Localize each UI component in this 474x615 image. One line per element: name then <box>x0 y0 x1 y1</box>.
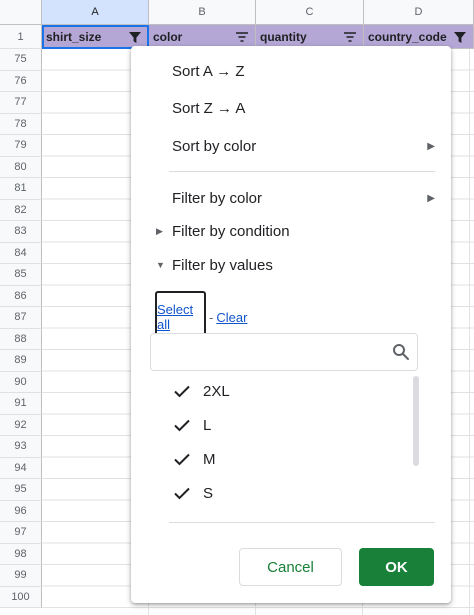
row-number[interactable]: 80 <box>0 156 42 178</box>
checkmark-icon <box>174 453 190 466</box>
menu-item-filter-by-values[interactable]: ▼ Filter by values <box>131 247 451 283</box>
expand-right-icon: ▶ <box>156 225 163 236</box>
row-number[interactable]: 79 <box>0 135 42 157</box>
row-number[interactable]: 97 <box>0 522 42 544</box>
menu-item-sort-z-a[interactable]: Sort Z → A <box>131 90 451 126</box>
select-all-corner[interactable] <box>0 0 42 25</box>
menu-item-filter-by-color[interactable]: Filter by color ▶ <box>131 180 451 216</box>
value-label: 2XL <box>203 382 230 400</box>
submenu-arrow-icon: ▶ <box>427 140 435 152</box>
row-number[interactable]: 81 <box>0 178 42 200</box>
row-number[interactable]: 98 <box>0 543 42 565</box>
values-scrollbar[interactable] <box>413 376 419 466</box>
filter-menu: Sort A → Z Sort Z → A Sort by color ▶ Fi… <box>131 46 451 603</box>
row-number[interactable]: 86 <box>0 285 42 307</box>
row-number[interactable]: 88 <box>0 328 42 350</box>
expand-down-icon: ▼ <box>156 260 165 270</box>
column-header-d[interactable]: D <box>364 0 474 25</box>
row-number[interactable]: 82 <box>0 199 42 221</box>
menu-item-label: Sort by color <box>172 137 257 155</box>
values-search-box[interactable] <box>150 333 418 371</box>
values-list: 2XL L M S <box>172 374 230 510</box>
row-number[interactable]: 91 <box>0 393 42 415</box>
value-item-2xl[interactable]: 2XL <box>172 374 230 408</box>
column-header-a[interactable]: A <box>42 0 149 25</box>
column-header-bar: A B C D <box>42 0 474 25</box>
menu-item-sort-by-color[interactable]: Sort by color ▶ <box>131 128 451 164</box>
value-item-l[interactable]: L <box>172 408 230 442</box>
link-separator: - <box>209 309 214 325</box>
clear-link[interactable]: Clear <box>216 310 247 325</box>
menu-item-label: Filter by values <box>172 256 273 274</box>
value-label: L <box>203 416 212 434</box>
header-label: country_code <box>368 29 447 44</box>
row-number[interactable]: 84 <box>0 242 42 264</box>
row-number[interactable]: 75 <box>0 49 42 71</box>
row-number-column: 1 75 76 77 78 79 80 81 82 83 84 85 86 87… <box>0 25 42 608</box>
row-number[interactable]: 92 <box>0 414 42 436</box>
cancel-button[interactable]: Cancel <box>239 548 342 586</box>
menu-item-label: Sort A → Z <box>172 62 245 80</box>
menu-divider <box>169 171 435 172</box>
filter-active-icon[interactable] <box>452 29 468 45</box>
row-number[interactable]: 85 <box>0 264 42 286</box>
column-header-b[interactable]: B <box>149 0 256 25</box>
menu-item-label: Filter by color <box>172 189 263 207</box>
header-label: color <box>153 29 183 44</box>
filter-icon[interactable] <box>234 29 250 45</box>
value-item-s[interactable]: S <box>172 476 230 510</box>
row-number[interactable]: 89 <box>0 350 42 372</box>
value-label: S <box>203 484 214 502</box>
filter-active-icon[interactable] <box>127 29 143 45</box>
header-label: shirt_size <box>46 29 102 44</box>
row-number[interactable]: 87 <box>0 307 42 329</box>
ok-button[interactable]: OK <box>359 548 434 586</box>
menu-item-filter-by-condition[interactable]: ▶ Filter by condition <box>131 213 451 249</box>
row-number[interactable]: 95 <box>0 479 42 501</box>
submenu-arrow-icon: ▶ <box>427 192 435 204</box>
row-number[interactable]: 93 <box>0 436 42 458</box>
row-number[interactable]: 96 <box>0 500 42 522</box>
row-number[interactable]: 78 <box>0 113 42 135</box>
menu-divider <box>169 522 435 523</box>
header-label: quantity <box>260 29 307 44</box>
checkmark-icon <box>174 385 190 398</box>
value-label: M <box>203 450 216 468</box>
row-number[interactable]: 77 <box>0 92 42 114</box>
row-number[interactable]: 90 <box>0 371 42 393</box>
row-number[interactable]: 94 <box>0 457 42 479</box>
row-number[interactable]: 1 <box>0 25 42 49</box>
row-number[interactable]: 83 <box>0 221 42 243</box>
checkmark-icon <box>174 419 190 432</box>
filter-icon[interactable] <box>342 29 358 45</box>
row-number[interactable]: 99 <box>0 565 42 587</box>
row-number[interactable]: 76 <box>0 70 42 92</box>
column-header-c[interactable]: C <box>256 0 364 25</box>
menu-item-label: Sort Z → A <box>172 99 246 117</box>
search-icon <box>393 344 409 360</box>
value-item-m[interactable]: M <box>172 442 230 476</box>
row-number[interactable]: 100 <box>0 586 42 608</box>
menu-item-sort-a-z[interactable]: Sort A → Z <box>131 53 451 89</box>
values-search-input[interactable] <box>151 334 391 370</box>
checkmark-icon <box>174 487 190 500</box>
menu-item-label: Filter by condition <box>172 222 290 240</box>
